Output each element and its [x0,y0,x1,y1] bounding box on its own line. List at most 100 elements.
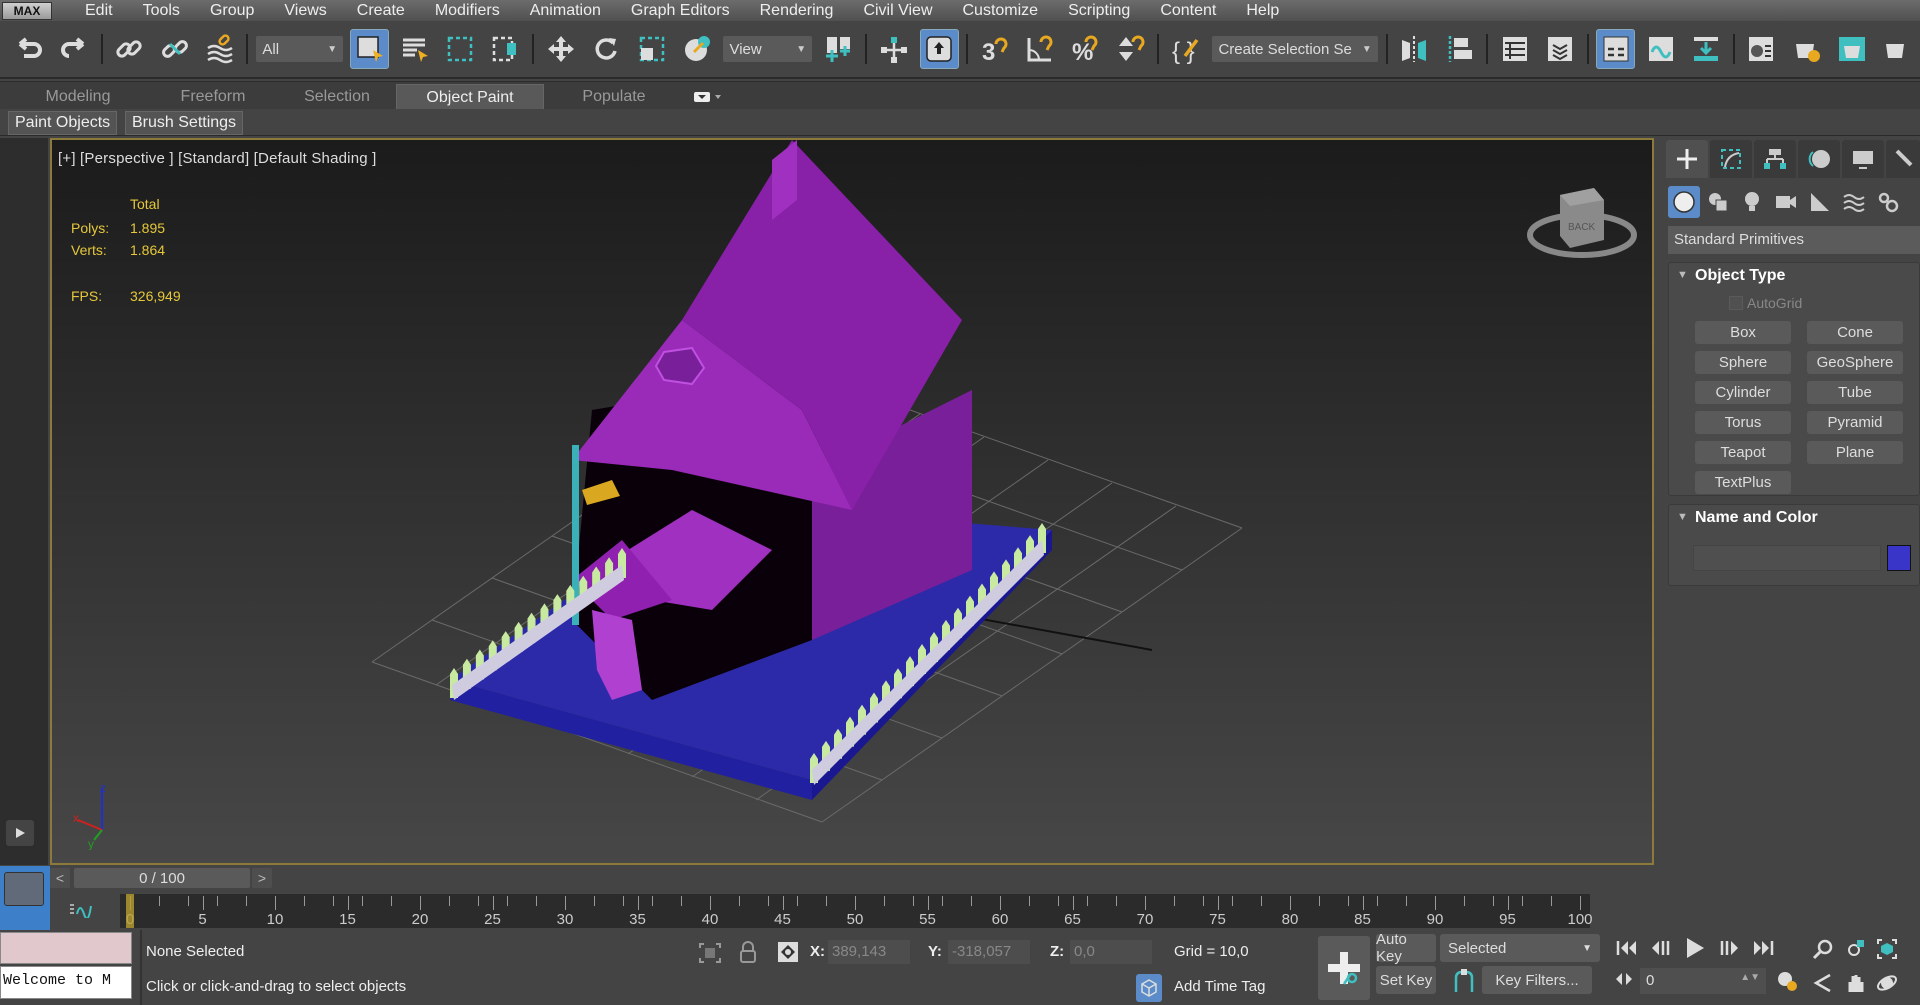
reference-coordinate-dropdown[interactable]: View ▼ [723,36,813,62]
edit-named-selection-icon[interactable]: { } [1166,29,1205,69]
subtab-paint-objects[interactable]: Paint Objects [8,111,118,135]
orbit-icon[interactable] [1876,972,1898,994]
cone-button[interactable]: Cone [1807,321,1903,344]
mini-viewport-button[interactable] [0,866,50,930]
geosphere-button[interactable]: GeoSphere [1807,351,1903,374]
zoom-all-icon[interactable] [1844,938,1866,960]
spinner-arrows-icon[interactable]: ▲▼ [1740,972,1760,990]
next-frame-icon[interactable] [1718,938,1740,958]
cameras-category[interactable] [1770,186,1802,218]
subtab-brush-settings[interactable]: Brush Settings [125,111,244,135]
select-object-icon[interactable] [350,29,390,69]
next-frame-button[interactable]: > [252,868,272,888]
menu-civil-view[interactable]: Civil View [848,2,947,20]
geometry-category[interactable] [1668,186,1700,218]
redo-icon[interactable] [54,29,93,69]
menu-rendering[interactable]: Rendering [745,2,849,20]
time-slider-handle[interactable]: 0 / 100 [74,868,250,888]
viewcube[interactable]: BACK [1522,170,1642,270]
hierarchy-tab[interactable] [1754,140,1796,178]
placement-icon[interactable] [677,29,716,69]
curve-editor-mini-icon[interactable] [68,902,94,918]
teapot-button[interactable]: Teapot [1695,441,1791,464]
bind-space-warp-icon[interactable] [200,29,239,69]
ribbon-options-icon[interactable] [690,84,726,110]
render-setup-icon[interactable] [1787,29,1826,69]
menu-animation[interactable]: Animation [515,2,616,20]
previous-frame-icon[interactable] [1650,938,1672,958]
object-name-field[interactable] [1693,545,1881,571]
key-filters-button[interactable]: Key Filters... [1482,966,1592,994]
object-type-title[interactable]: Object Type [1695,267,1785,285]
x-coord-field[interactable]: 389,143 [828,940,910,964]
window-crossing-icon[interactable] [486,29,525,69]
object-color-swatch[interactable] [1887,545,1911,571]
time-tag-icon[interactable] [1136,974,1162,1002]
menu-help[interactable]: Help [1231,2,1294,20]
pyramid-button[interactable]: Pyramid [1807,411,1903,434]
isolate-selection-icon[interactable] [698,942,722,964]
tab-freeform[interactable]: Freeform [148,84,278,110]
zoom-icon[interactable] [1812,938,1834,960]
set-key-button[interactable]: Set Key [1376,966,1436,994]
align-icon[interactable] [1440,29,1479,69]
keyboard-shortcut-toggle-icon[interactable] [919,29,960,69]
menu-customize[interactable]: Customize [948,2,1054,20]
rendered-frame-window-icon[interactable] [1832,29,1871,69]
select-by-name-icon[interactable] [395,29,434,69]
unlink-icon[interactable] [155,29,194,69]
cylinder-button[interactable]: Cylinder [1695,381,1791,404]
modify-tab[interactable] [1710,140,1752,178]
key-mode-dropdown[interactable]: Selected ▼ [1440,934,1600,962]
percent-snap-icon[interactable]: % [1066,29,1105,69]
render-icon[interactable] [1878,29,1917,69]
play-icon[interactable] [1684,936,1706,960]
create-tab[interactable] [1666,140,1708,178]
undo-icon[interactable] [9,29,48,69]
menu-tools[interactable]: Tools [128,2,195,20]
pivot-icon[interactable] [819,29,858,69]
maxscript-output[interactable]: Welcome to M [0,966,132,999]
tab-populate[interactable]: Populate [546,84,682,110]
previous-frame-button[interactable]: < [50,868,70,888]
select-manipulate-icon[interactable] [874,29,913,69]
app-menu-button[interactable]: MAX [2,1,52,20]
z-coord-field[interactable]: 0,0 [1070,940,1152,964]
default-in-out-tangents-icon[interactable] [1452,968,1476,994]
perspective-viewport[interactable]: [+] [Perspective ] [Standard] [Default S… [50,138,1654,865]
menu-create[interactable]: Create [342,2,420,20]
box-button[interactable]: Box [1695,321,1791,344]
timeline-track[interactable]: 0510152025303540455055606570758085909510… [120,894,1593,928]
systems-category[interactable] [1872,186,1904,218]
scene-explorer-icon[interactable] [1495,29,1534,69]
menu-graph-editors[interactable]: Graph Editors [616,2,745,20]
utilities-tab[interactable] [1886,140,1920,178]
menu-group[interactable]: Group [195,2,269,20]
autogrid-box[interactable] [1729,296,1743,310]
tab-modeling[interactable]: Modeling [8,84,148,110]
tube-button[interactable]: Tube [1807,381,1903,404]
rollout-collapse-icon[interactable]: ▼ [1677,511,1688,523]
zoom-extents-icon[interactable] [1876,938,1898,960]
menu-edit[interactable]: Edit [70,2,128,20]
helpers-category[interactable] [1804,186,1836,218]
tab-selection[interactable]: Selection [278,84,396,110]
material-editor-icon[interactable] [1742,29,1781,69]
rollout-collapse-icon[interactable]: ▼ [1677,269,1688,281]
textplus-button[interactable]: TextPlus [1695,471,1791,494]
dope-sheet-icon[interactable] [1686,29,1725,69]
object-category-dropdown[interactable]: Standard Primitives [1668,226,1920,254]
go-to-start-icon[interactable] [1616,938,1638,958]
menu-views[interactable]: Views [269,2,341,20]
curve-editor-icon[interactable] [1641,29,1680,69]
link-icon[interactable] [110,29,149,69]
set-key-mode-button[interactable] [1318,936,1370,1000]
scale-icon[interactable] [632,29,671,69]
autogrid-checkbox[interactable]: AutoGrid [1729,295,1802,311]
key-mode-toggle-icon[interactable] [1614,970,1634,988]
pan-view-icon[interactable] [1844,972,1866,994]
spinner-snap-icon[interactable] [1111,29,1150,69]
sphere-button[interactable]: Sphere [1695,351,1791,374]
motion-tab[interactable] [1798,140,1840,178]
selection-lock-icon[interactable] [738,940,758,964]
